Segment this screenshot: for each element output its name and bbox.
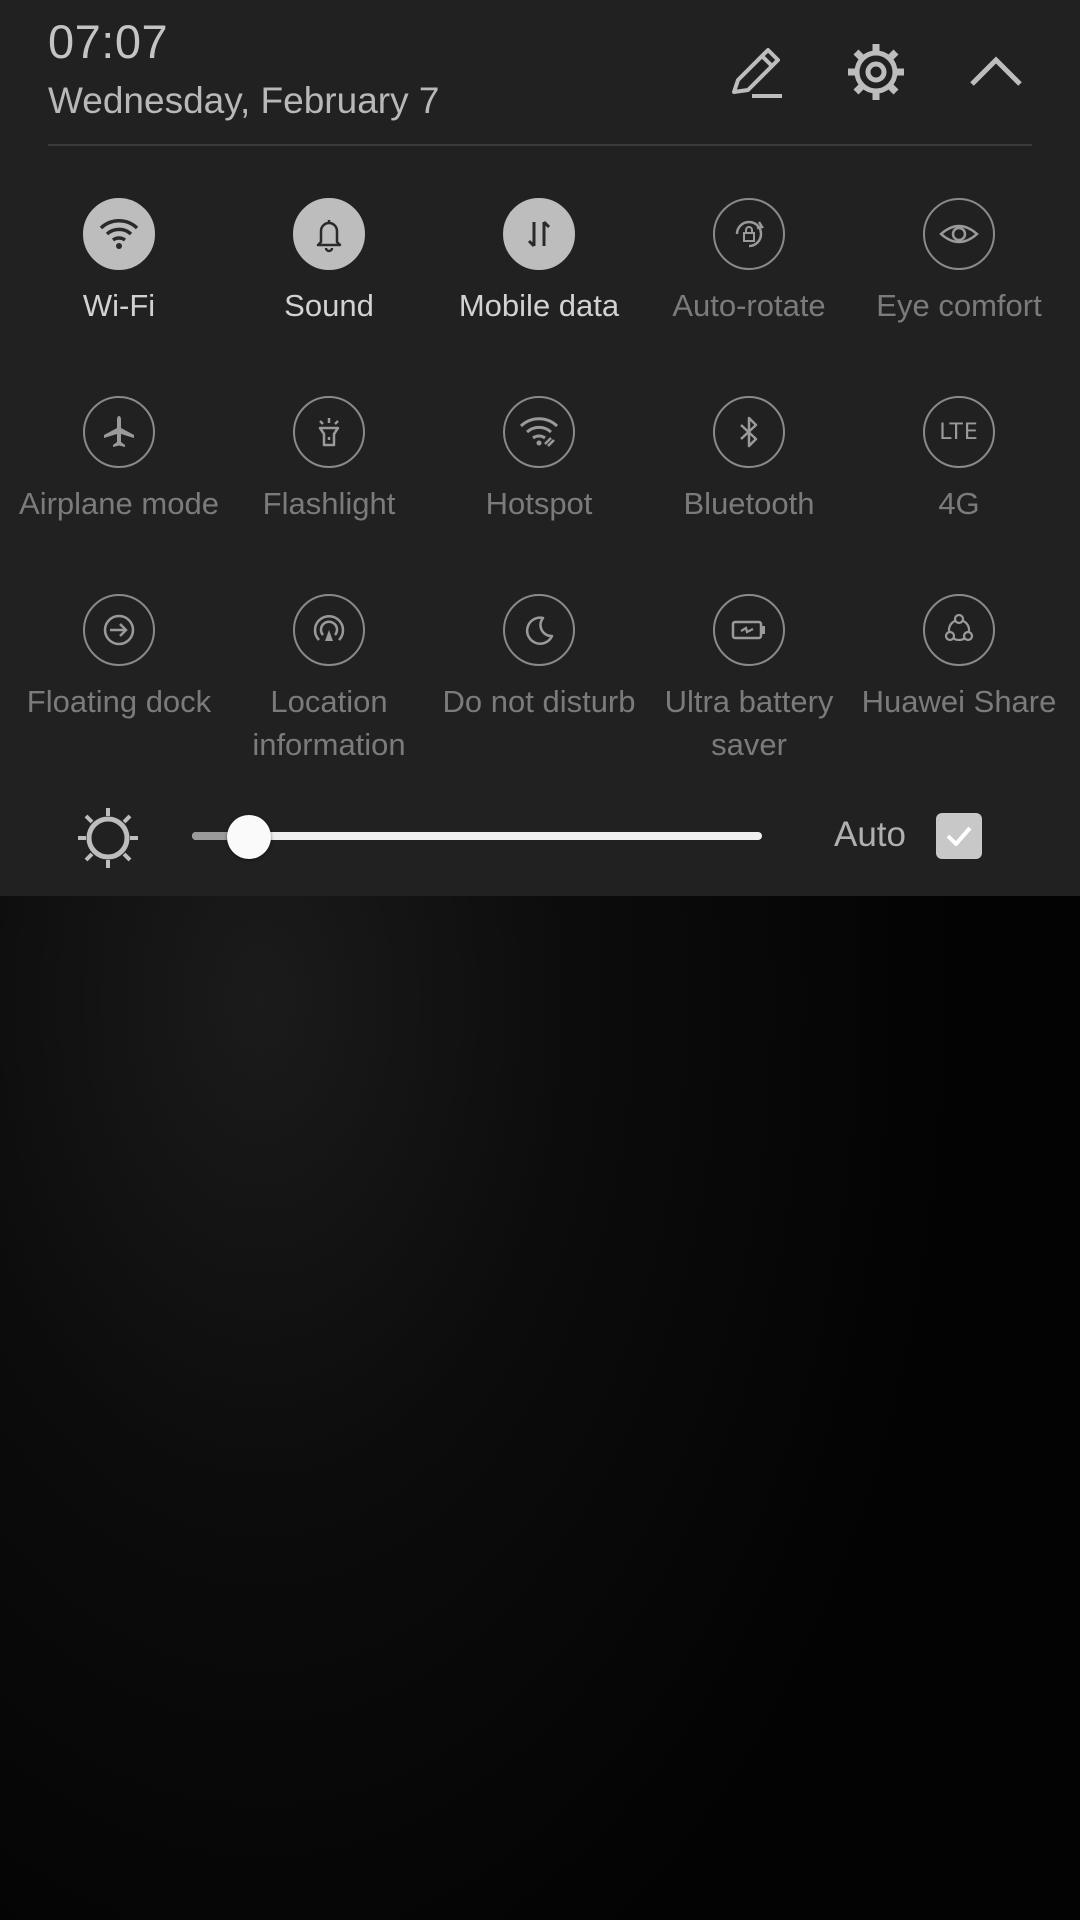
eye-icon bbox=[923, 198, 995, 270]
settings-button[interactable] bbox=[840, 36, 912, 108]
flashlight-icon bbox=[293, 396, 365, 468]
collapse-button[interactable] bbox=[960, 36, 1032, 108]
tile-sound[interactable]: Sound bbox=[224, 198, 434, 396]
tile-label: Flashlight bbox=[262, 486, 396, 521]
lte-icon: LTE bbox=[923, 396, 995, 468]
moon-icon bbox=[503, 594, 575, 666]
bell-icon bbox=[293, 198, 365, 270]
tile-label: Hotspot bbox=[485, 486, 593, 521]
notification-shade: 07:07 Wednesday, February 7 Wi-Fi Sound … bbox=[0, 0, 1080, 896]
brightness-slider-thumb[interactable] bbox=[227, 815, 271, 859]
tile-label: Auto-rotate bbox=[672, 288, 826, 323]
header-divider bbox=[48, 144, 1032, 146]
location-icon bbox=[293, 594, 365, 666]
tile-label: 4G bbox=[938, 486, 980, 521]
tile-label: Do not disturb bbox=[442, 684, 636, 719]
tile-wifi[interactable]: Wi-Fi bbox=[14, 198, 224, 396]
tile-hotspot[interactable]: Hotspot bbox=[434, 396, 644, 594]
sun-icon bbox=[78, 808, 138, 868]
share-icon bbox=[923, 594, 995, 666]
tile-label: Bluetooth bbox=[683, 486, 815, 521]
tile-airplane-mode[interactable]: Airplane mode bbox=[14, 396, 224, 594]
tile-bluetooth[interactable]: Bluetooth bbox=[644, 396, 854, 594]
quick-settings-grid: Wi-Fi Sound Mobile data Auto-rotate Eye … bbox=[14, 198, 1064, 792]
clock-time: 07:07 bbox=[48, 15, 169, 68]
tile-label: Location information bbox=[252, 684, 406, 762]
tile-label: Ultra battery saver bbox=[664, 684, 834, 762]
checkmark-icon bbox=[946, 826, 972, 846]
tile-mobile-data[interactable]: Mobile data bbox=[434, 198, 644, 396]
chevron-up-icon bbox=[970, 56, 1022, 86]
tile-label: Eye comfort bbox=[876, 288, 1042, 323]
edit-button[interactable] bbox=[720, 36, 792, 108]
auto-brightness-checkbox[interactable] bbox=[936, 813, 982, 859]
tile-4g[interactable]: LTE 4G bbox=[854, 396, 1064, 594]
battery-saver-icon bbox=[713, 594, 785, 666]
tile-label: Huawei Share bbox=[861, 684, 1057, 719]
tile-do-not-disturb[interactable]: Do not disturb bbox=[434, 594, 644, 792]
wifi-icon bbox=[83, 198, 155, 270]
tile-huawei-share[interactable]: Huawei Share bbox=[854, 594, 1064, 792]
airplane-icon bbox=[83, 396, 155, 468]
tile-location-information[interactable]: Location information bbox=[224, 594, 434, 792]
hotspot-icon bbox=[503, 396, 575, 468]
tile-flashlight[interactable]: Flashlight bbox=[224, 396, 434, 594]
screen: 07:07 Wednesday, February 7 Wi-Fi Sound … bbox=[0, 0, 1080, 1920]
floating-dock-icon bbox=[83, 594, 155, 666]
bluetooth-icon bbox=[713, 396, 785, 468]
tile-ultra-battery-saver[interactable]: Ultra battery saver bbox=[644, 594, 854, 792]
auto-brightness-label: Auto bbox=[834, 815, 906, 854]
gear-icon bbox=[848, 44, 904, 100]
tile-label: Sound bbox=[284, 288, 374, 323]
tile-label: Airplane mode bbox=[19, 486, 219, 521]
tile-label: Floating dock bbox=[26, 684, 212, 719]
date-text: Wednesday, February 7 bbox=[48, 80, 440, 121]
tile-label: Wi-Fi bbox=[82, 288, 156, 323]
tile-eye-comfort[interactable]: Eye comfort bbox=[854, 198, 1064, 396]
tile-floating-dock[interactable]: Floating dock bbox=[14, 594, 224, 792]
tile-label: Mobile data bbox=[458, 288, 620, 323]
data-arrows-icon bbox=[503, 198, 575, 270]
brightness-slider[interactable] bbox=[192, 832, 762, 840]
pencil-icon bbox=[732, 48, 782, 98]
tile-auto-rotate[interactable]: Auto-rotate bbox=[644, 198, 854, 396]
lte-icon-text: LTE bbox=[939, 419, 979, 445]
rotate-lock-icon bbox=[713, 198, 785, 270]
